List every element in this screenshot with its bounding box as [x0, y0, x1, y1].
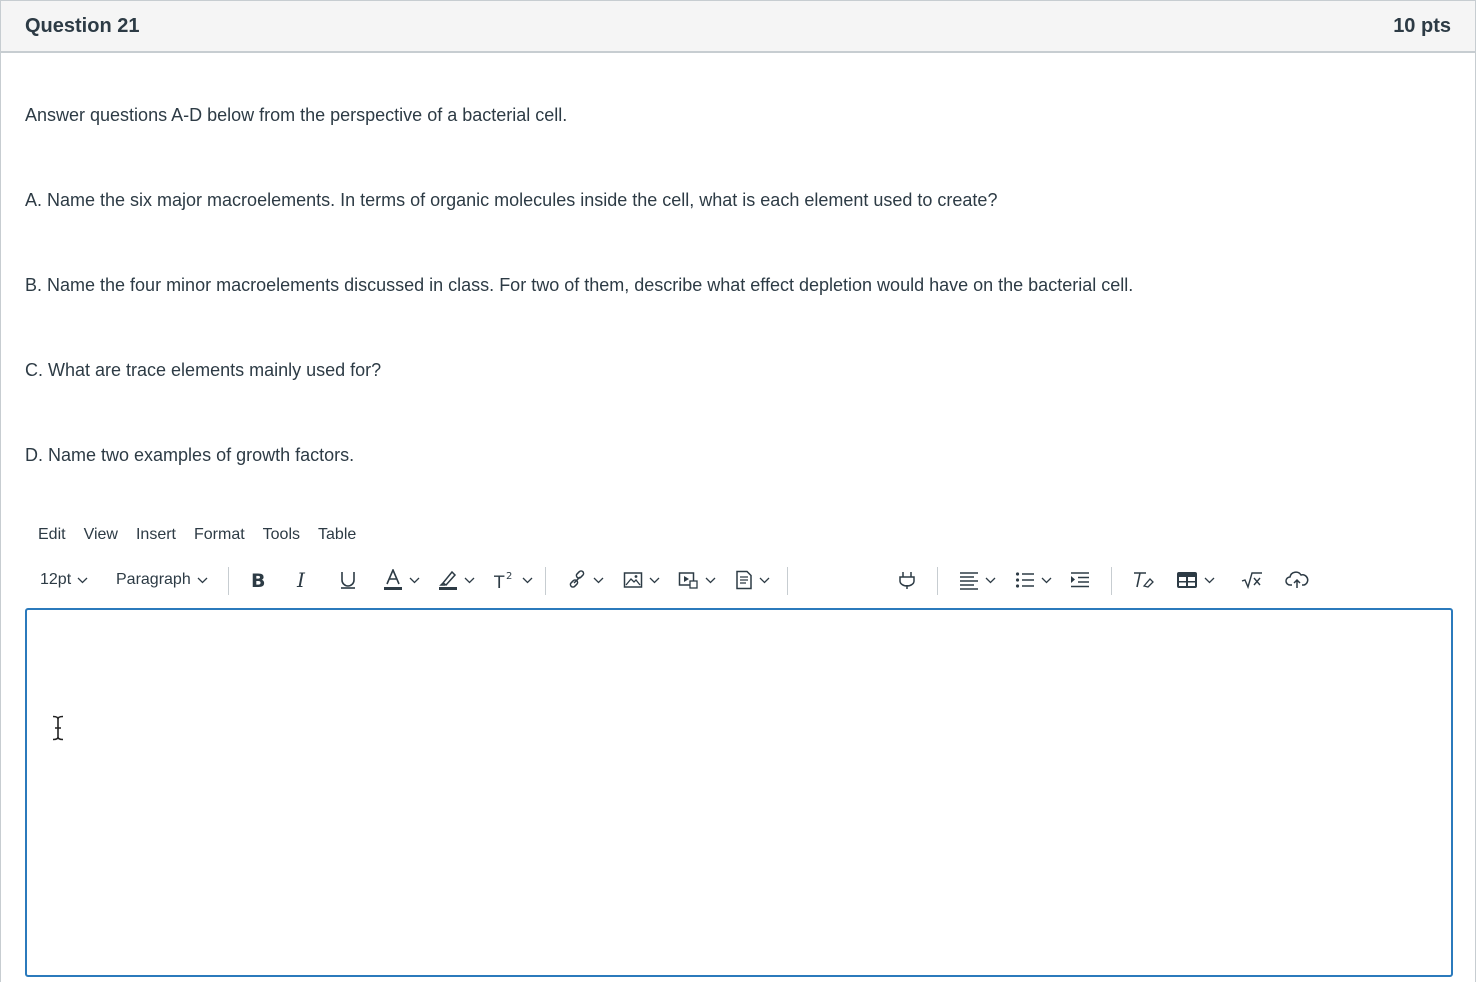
chevron-down-icon: [77, 577, 88, 583]
menu-insert[interactable]: Insert: [127, 523, 185, 547]
chevron-down-icon: [705, 577, 716, 583]
question-points: 10 pts: [1393, 14, 1451, 37]
media-icon: [678, 572, 698, 589]
editor-menubar: Edit View Insert Format Tools Table: [25, 523, 365, 547]
text-color-button[interactable]: [383, 563, 420, 597]
bold-button[interactable]: B: [249, 563, 269, 597]
highlight-icon: [439, 570, 457, 590]
chevron-down-icon: [1204, 577, 1215, 583]
block-format-value: Paragraph: [116, 571, 191, 588]
document-icon: [736, 570, 752, 590]
superscript-icon: T2: [494, 571, 512, 590]
chevron-down-icon: [522, 577, 533, 583]
chevron-down-icon: [1041, 577, 1052, 583]
apps-plugin-button[interactable]: [897, 563, 917, 597]
editor-toolbar: 12pt Paragraph B I T2: [25, 563, 1453, 597]
highlight-button[interactable]: [438, 563, 475, 597]
text-cursor-icon: [52, 715, 64, 741]
superscript-button[interactable]: T2: [494, 563, 533, 597]
bullet-list-button[interactable]: [1015, 563, 1052, 597]
svg-text:I: I: [296, 570, 306, 590]
toolbar-divider: [228, 567, 229, 595]
chevron-down-icon: [759, 577, 770, 583]
menu-format[interactable]: Format: [185, 523, 254, 547]
chevron-down-icon: [409, 577, 420, 583]
question-card: Question 21 10 pts Answer questions A-D …: [0, 0, 1476, 982]
menu-tools[interactable]: Tools: [254, 523, 309, 547]
question-part-b: B. Name the four minor macroelements dis…: [25, 275, 1134, 295]
table-button[interactable]: [1176, 563, 1215, 597]
align-button[interactable]: [959, 563, 996, 597]
chevron-down-icon: [197, 577, 208, 583]
media-button[interactable]: [678, 563, 716, 597]
chevron-down-icon: [985, 577, 996, 583]
align-icon: [960, 572, 978, 590]
cloud-upload-button[interactable]: [1285, 563, 1309, 597]
underline-icon: [341, 572, 355, 589]
block-format-select[interactable]: Paragraph: [116, 563, 208, 597]
question-title: Question 21: [25, 14, 140, 37]
chevron-down-icon: [593, 577, 604, 583]
chevron-down-icon: [649, 577, 660, 583]
image-button[interactable]: [623, 563, 660, 597]
answer-editor[interactable]: [25, 608, 1453, 977]
chevron-down-icon: [464, 577, 475, 583]
question-part-a: A. Name the six major macroelements. In …: [25, 190, 998, 210]
plugin-icon: [899, 572, 915, 589]
document-button[interactable]: [735, 563, 770, 597]
italic-icon: I: [296, 570, 306, 590]
toolbar-divider: [937, 567, 938, 595]
image-icon: [623, 572, 643, 588]
bold-icon: B: [251, 570, 265, 590]
italic-button[interactable]: I: [294, 563, 314, 597]
link-icon: [569, 570, 585, 588]
question-part-d: D. Name two examples of growth factors.: [25, 445, 355, 465]
font-size-value: 12pt: [40, 571, 72, 588]
svg-text:B: B: [251, 570, 265, 590]
toolbar-divider: [1111, 567, 1112, 595]
question-intro: Answer questions A-D below from the pers…: [25, 105, 568, 125]
underline-button[interactable]: [338, 563, 358, 597]
toolbar-divider: [545, 567, 546, 595]
clear-formatting-button[interactable]: [1132, 563, 1154, 597]
menu-view[interactable]: View: [75, 523, 127, 547]
menu-table[interactable]: Table: [309, 523, 365, 547]
table-icon: [1177, 572, 1197, 588]
cloud-upload-icon: [1285, 571, 1309, 588]
math-equation-icon: [1241, 572, 1262, 590]
font-size-select[interactable]: 12pt: [40, 563, 88, 597]
link-button[interactable]: [567, 563, 604, 597]
bullet-list-icon: [1015, 572, 1034, 588]
math-equation-button[interactable]: [1241, 563, 1263, 597]
clear-formatting-icon: [1134, 572, 1154, 588]
svg-text:T: T: [494, 573, 505, 590]
question-header: Question 21 10 pts: [1, 1, 1475, 53]
toolbar-divider: [787, 567, 788, 595]
indent-button[interactable]: [1070, 563, 1090, 597]
svg-text:2: 2: [506, 571, 512, 582]
menu-edit[interactable]: Edit: [25, 523, 75, 547]
text-color-icon: [384, 569, 402, 590]
indent-icon: [1071, 572, 1089, 588]
question-part-c: C. What are trace elements mainly used f…: [25, 360, 382, 380]
